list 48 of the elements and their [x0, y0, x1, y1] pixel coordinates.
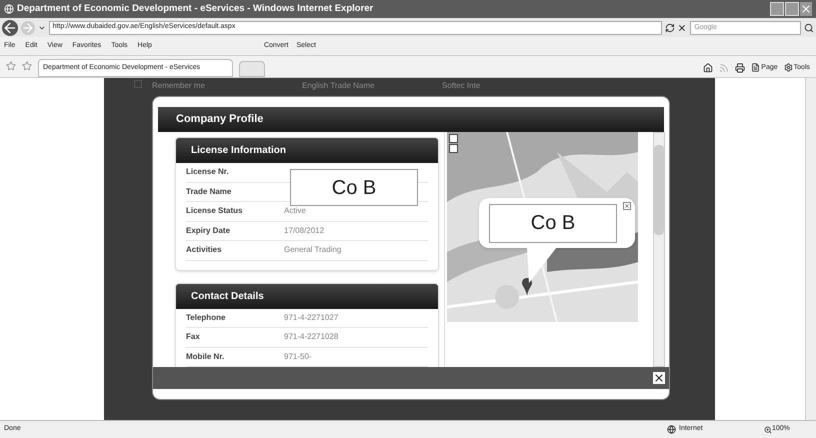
window-title: Department of Economic Development - eServices - Windows Internet Explorer — [17, 2, 374, 16]
section-title: License Information — [191, 144, 286, 158]
favorites-icon[interactable] — [6, 61, 16, 71]
search-icon[interactable] — [804, 22, 814, 32]
field-value: 971-4-2271027 — [284, 312, 338, 324]
globe-icon — [667, 425, 676, 434]
redaction-box: Co B — [489, 204, 617, 242]
print-icon[interactable] — [735, 62, 746, 73]
field-value: General Trading — [284, 244, 342, 256]
zoom-icon — [764, 426, 772, 434]
close-icon[interactable] — [653, 372, 665, 384]
zoom-out-button[interactable] — [449, 144, 458, 153]
section-title: Contact Details — [191, 290, 264, 304]
home-icon[interactable] — [703, 62, 714, 73]
field-value: 971-4-2271028 — [284, 331, 338, 344]
field-label: Mobile Nr. — [186, 350, 226, 363]
field-value: Active — [284, 205, 306, 218]
zoom-in-button[interactable] — [449, 134, 458, 143]
history-icon[interactable] — [38, 24, 46, 32]
map-pin-icon — [522, 278, 532, 296]
new-tab-button[interactable] — [239, 61, 265, 77]
page-icon — [751, 63, 760, 72]
redaction-box: Co B — [290, 169, 418, 206]
remember-checkbox[interactable] — [134, 80, 142, 88]
browser-icon — [4, 4, 14, 14]
scrollbar[interactable] — [805, 78, 816, 420]
column-header: English Trade Name — [302, 80, 376, 92]
field-label: License Status — [186, 205, 244, 218]
field-label: Trade Name — [186, 186, 232, 198]
field-value: 17/08/2012 — [284, 224, 324, 237]
field-label: License Nr. — [186, 166, 230, 178]
modal-scrollbar[interactable] — [653, 132, 665, 367]
scroll-thumb[interactable] — [654, 145, 664, 235]
field-value: 971-50- — [284, 350, 312, 363]
add-favorite-icon[interactable] — [22, 61, 32, 71]
field-label: Activities — [186, 244, 223, 256]
remember-label: Remember me — [152, 80, 206, 92]
back-icon[interactable] — [2, 20, 18, 36]
close-icon[interactable] — [623, 202, 631, 210]
modal-title: Company Profile — [176, 112, 264, 128]
field-label: Expiry Date — [186, 224, 232, 237]
field-label: Telephone — [186, 312, 226, 324]
column-header: Softec Inte — [442, 80, 480, 92]
stop-icon[interactable] — [677, 22, 688, 32]
field-label: Fax — [186, 331, 201, 344]
gear-icon — [784, 63, 793, 72]
refresh-icon[interactable] — [664, 22, 674, 32]
feed-icon[interactable] — [719, 62, 730, 73]
